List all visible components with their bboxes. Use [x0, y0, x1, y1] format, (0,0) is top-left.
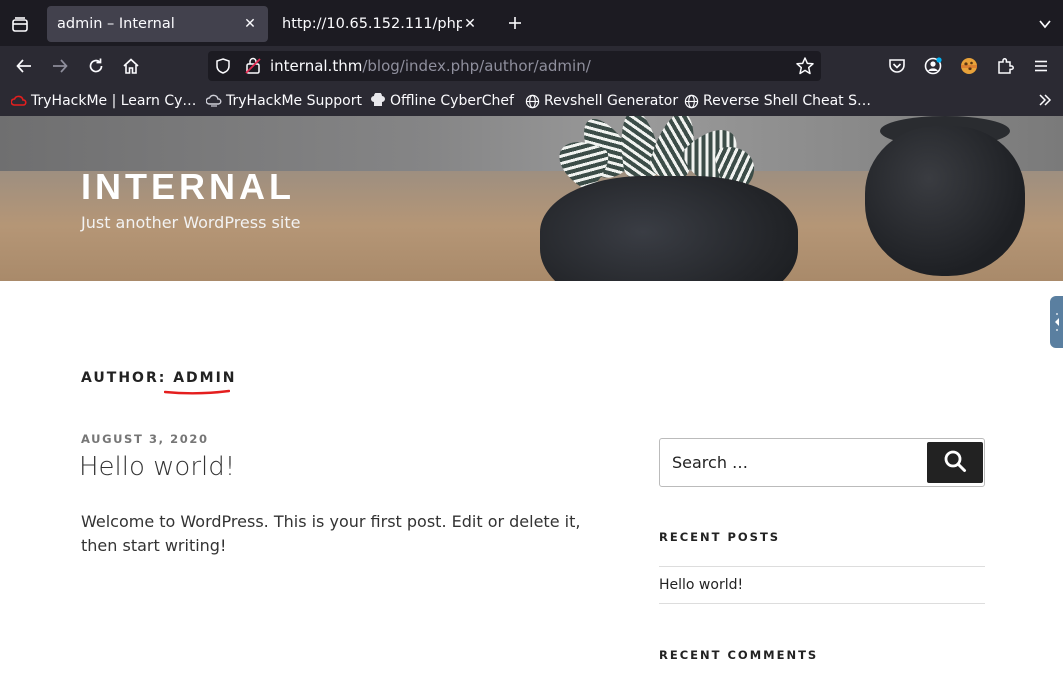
search-icon [943, 449, 967, 476]
hamburger-menu-icon[interactable] [1029, 54, 1053, 78]
account-icon[interactable] [921, 54, 945, 78]
shield-icon[interactable] [215, 58, 231, 79]
back-arrow-icon[interactable] [12, 54, 36, 78]
tab-admin-internal[interactable]: admin – Internal ✕ [47, 6, 268, 42]
archive-title: AUTHOR: ADMIN [81, 370, 237, 386]
tab-list-icon[interactable] [6, 11, 34, 39]
recent-post-link[interactable]: Hello world! [659, 577, 743, 593]
url-path: /blog/index.php/author/admin/ [362, 57, 591, 75]
reload-icon[interactable] [84, 54, 108, 78]
bookmark-tryhackme[interactable]: TryHackMe | Learn Cy… [11, 92, 196, 110]
globe-icon [683, 93, 699, 109]
tab-bar: admin – Internal ✕ http://10.65.152.111/… [0, 0, 1063, 46]
pocket-icon[interactable] [885, 54, 909, 78]
close-icon[interactable]: ✕ [462, 16, 478, 32]
address-bar[interactable]: internal.thm/blog/index.php/author/admin… [208, 51, 821, 81]
forward-arrow-icon[interactable] [48, 54, 72, 78]
chef-hat-icon [370, 93, 386, 109]
post-date[interactable]: AUGUST 3, 2020 [81, 432, 209, 446]
url-text[interactable]: internal.thm/blog/index.php/author/admin… [270, 57, 591, 75]
tab-title: admin – Internal [57, 16, 175, 32]
bookmark-label: Reverse Shell Cheat S… [703, 93, 871, 109]
globe-icon [524, 93, 540, 109]
new-tab-plus-icon[interactable] [503, 11, 527, 35]
bookmark-star-icon[interactable] [795, 56, 815, 81]
header-plant-image [865, 126, 1025, 276]
post-title-link[interactable]: Hello world! [79, 452, 235, 482]
bookmarks-toolbar: TryHackMe | Learn Cy… TryHackMe Support … [0, 86, 1063, 116]
bookmark-tryhackme-support[interactable]: TryHackMe Support [206, 92, 362, 110]
home-icon[interactable] [119, 54, 143, 78]
divider [659, 566, 985, 567]
extension-cookie-icon[interactable] [957, 54, 981, 78]
bookmark-label: TryHackMe Support [226, 93, 362, 109]
site-title[interactable]: INTERNAL [81, 166, 295, 208]
chevron-down-icon[interactable] [1033, 12, 1057, 36]
extensions-puzzle-icon[interactable] [993, 54, 1017, 78]
post-excerpt: Welcome to WordPress. This is your first… [81, 512, 581, 555]
bookmark-offline-cyberchef[interactable]: Offline CyberChef [370, 92, 514, 110]
chevron-right-double-icon[interactable] [1037, 92, 1053, 113]
recent-posts-title: RECENT POSTS [659, 530, 781, 544]
tab-title: http://10.65.152.111/phpmy [282, 16, 462, 32]
bookmark-label: Revshell Generator [544, 93, 679, 109]
author-name: ADMIN [173, 370, 237, 386]
search-input[interactable] [660, 439, 926, 486]
search-button[interactable] [927, 442, 983, 483]
cloud-icon [206, 93, 222, 109]
site-description: Just another WordPress site [81, 213, 301, 232]
tryhackme-icon [11, 93, 27, 109]
close-icon[interactable]: ✕ [242, 16, 258, 32]
insecure-lock-icon[interactable] [245, 57, 261, 80]
url-host: internal.thm [270, 57, 363, 75]
search-form [659, 438, 985, 487]
tab-phpmyadmin[interactable]: http://10.65.152.111/phpmy ✕ [272, 6, 488, 42]
site-header: INTERNAL Just another WordPress site [0, 116, 1063, 281]
navigation-toolbar: internal.thm/blog/index.php/author/admin… [0, 46, 1063, 86]
archive-prefix: AUTHOR: [81, 370, 174, 386]
sidebar-handle[interactable] [1050, 296, 1063, 348]
author-underline [164, 389, 230, 395]
divider [659, 603, 985, 604]
bookmark-label: TryHackMe | Learn Cy… [31, 93, 197, 109]
bookmark-reverse-shell-cheat-sheet[interactable]: Reverse Shell Cheat S… [683, 92, 871, 110]
header-plant-image [540, 176, 798, 281]
bookmark-revshell-generator[interactable]: Revshell Generator [524, 92, 678, 110]
recent-comments-title: RECENT COMMENTS [659, 648, 819, 662]
bookmark-label: Offline CyberChef [390, 93, 514, 109]
